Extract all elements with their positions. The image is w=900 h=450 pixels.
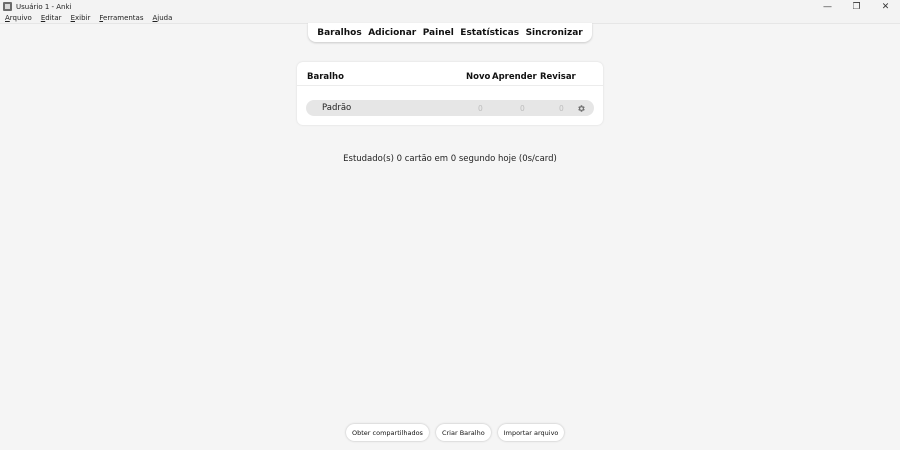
menu-view[interactable]: Exibir [71,14,91,22]
deck-review-count: 0 [559,104,564,113]
deck-name-link[interactable]: Padrão [322,103,351,113]
close-icon[interactable]: ✕ [871,0,900,13]
gear-icon[interactable] [575,102,587,114]
toolbar-decks-link[interactable]: Baralhos [317,28,361,38]
window-title: Usuário 1 - Anki [16,2,72,11]
header-learn: Aprender [492,72,537,82]
menu-file-label: rquivo [9,14,32,22]
header-review: Revisar [540,72,576,82]
study-stats-text: Estudado(s) 0 cartão em 0 segundo hoje (… [343,154,557,164]
import-file-button[interactable]: Importar arquivo [497,424,565,441]
menu-tools[interactable]: Ferramentas [99,14,143,22]
menu-help-label: juda [157,14,173,22]
toolbar-stats-link[interactable]: Estatísticas [460,28,519,38]
anki-app-icon [3,2,12,11]
header-new: Novo [466,72,491,82]
toolbar-browse-link[interactable]: Painel [423,28,454,38]
create-deck-button[interactable]: Criar Baralho [435,424,491,441]
deck-table-header: Baralho Novo Aprender Revisar [297,62,603,86]
toolbar-add-link[interactable]: Adicionar [368,28,416,38]
header-deck: Baralho [307,72,344,82]
deck-list-panel: Baralho Novo Aprender Revisar Padrão 0 0… [297,62,603,125]
bottom-button-bar: Obter compartilhados Criar Baralho Impor… [346,424,565,441]
menu-edit[interactable]: Editar [41,14,62,22]
toolbar-sync-link[interactable]: Sincronizar [526,28,583,38]
deck-learn-count: 0 [520,104,525,113]
window-controls: — ❐ ✕ [813,0,900,13]
menu-edit-label: ditar [45,14,62,22]
main-toolbar: Baralhos Adicionar Painel Estatísticas S… [308,23,592,42]
menu-file[interactable]: Arquivo [5,14,32,22]
menu-help[interactable]: Ajuda [153,14,173,22]
minimize-icon[interactable]: — [813,0,842,13]
gear-icon-svg [577,104,585,112]
deck-row[interactable]: Padrão 0 0 0 [306,100,594,116]
menu-tools-label: erramentas [103,14,144,22]
deck-new-count: 0 [478,104,483,113]
restore-icon[interactable]: ❐ [842,0,871,13]
menu-view-label: xibir [75,14,91,22]
title-bar: Usuário 1 - Anki — ❐ ✕ [0,0,900,13]
get-shared-button[interactable]: Obter compartilhados [346,424,429,441]
